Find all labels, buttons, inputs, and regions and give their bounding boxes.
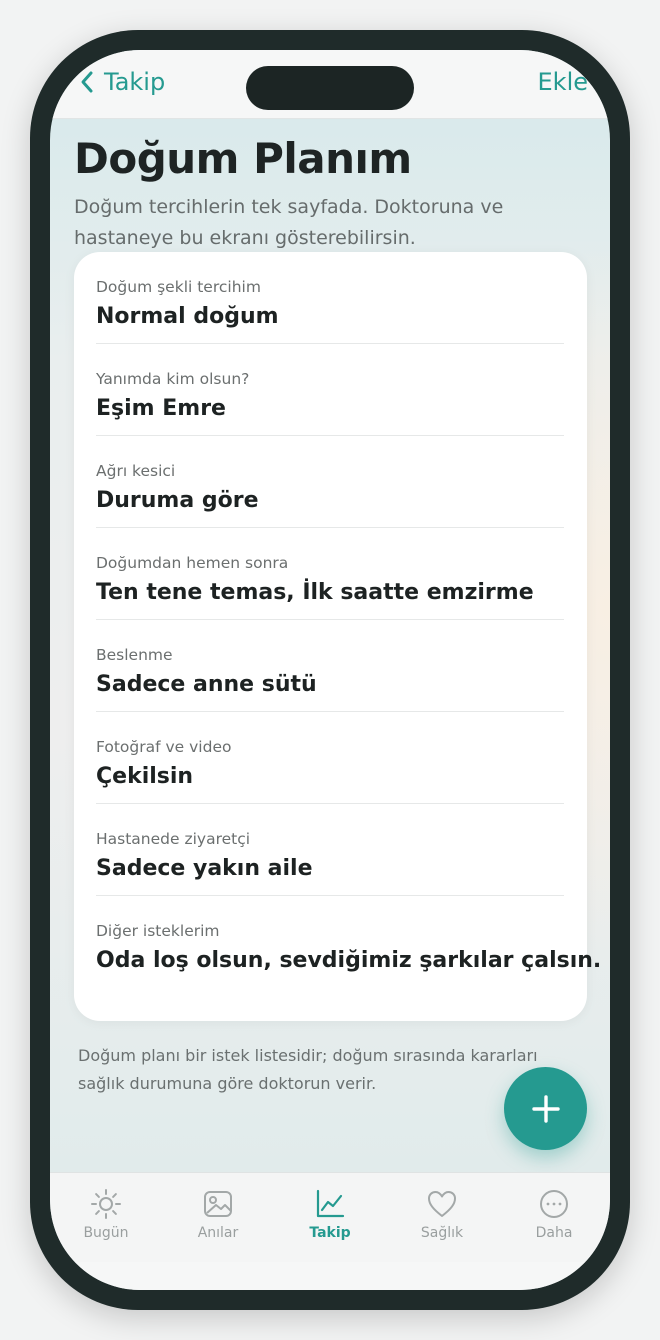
plan-item-value: Duruma göre <box>96 488 259 513</box>
chart-line-icon <box>316 1189 345 1218</box>
home-indicator-area <box>50 1262 610 1290</box>
plan-item-label: Beslenme <box>96 646 173 664</box>
more-icon <box>540 1190 568 1218</box>
plan-item-value: Sadece anne sütü <box>96 672 317 697</box>
tab-saglik[interactable]: Sağlık <box>392 1187 492 1241</box>
tab-label: Takip <box>309 1225 351 1241</box>
heart-icon <box>428 1191 456 1217</box>
tab-bugun[interactable]: Bugün <box>56 1187 156 1241</box>
tab-label: Bugün <box>83 1225 129 1241</box>
add-button[interactable]: Ekle <box>538 68 589 96</box>
phone-frame: Takip Ekle Doğum Planım Doğum tercihleri… <box>30 30 630 1310</box>
chevron-left-icon <box>81 71 93 93</box>
tab-takip[interactable]: Takip <box>280 1187 380 1241</box>
plan-item-value: Çekilsin <box>96 764 194 789</box>
back-button-label: Takip <box>104 68 166 96</box>
plan-item-label: Fotoğraf ve video <box>96 738 232 756</box>
plan-item[interactable]: Beslenme Sadece anne sütü <box>96 620 564 712</box>
plan-item[interactable]: Ağrı kesici Duruma göre <box>96 436 564 528</box>
birth-plan-card: Doğum şekli tercihim Normal doğum Yanımd… <box>74 252 601 1021</box>
dynamic-island <box>246 66 414 110</box>
tab-daha[interactable]: Daha <box>504 1187 604 1241</box>
back-button[interactable]: Takip <box>80 68 165 96</box>
plan-item-value: Sadece yakın aile <box>96 856 313 881</box>
page-subtitle: Doğum tercihlerin tek sayfada. Doktoruna… <box>74 196 504 249</box>
plan-item-label: Doğum şekli tercihim <box>96 278 261 296</box>
plan-item[interactable]: Fotoğraf ve video Çekilsin <box>96 712 564 804</box>
image-icon <box>204 1191 232 1217</box>
plan-item[interactable]: Diğer isteklerim Oda loş olsun, sevdiğim… <box>96 896 601 988</box>
sun-icon <box>91 1189 121 1219</box>
tab-bar: Bugün Anılar Takip Sağlık Daha <box>50 1172 610 1263</box>
plan-item-value: Oda loş olsun, sevdiğimiz şarkılar çalsı… <box>96 948 602 973</box>
plan-item[interactable]: Doğumdan hemen sonra Ten tene temas, İlk… <box>96 528 564 620</box>
tab-anilar[interactable]: Anılar <box>168 1187 268 1241</box>
page-title: Doğum Planım <box>74 134 412 183</box>
plan-item[interactable]: Yanımda kim olsun? Eşim Emre <box>96 344 564 436</box>
tab-label: Daha <box>535 1225 573 1241</box>
plan-item-label: Ağrı kesici <box>96 462 176 480</box>
plan-item-value: Eşim Emre <box>96 396 226 421</box>
tab-label: Sağlık <box>420 1225 464 1241</box>
plan-item-value: Normal doğum <box>96 304 279 329</box>
navigation-bar: Takip Ekle <box>50 50 610 119</box>
plan-item-label: Hastanede ziyaretçi <box>96 830 251 848</box>
plan-item-label: Yanımda kim olsun? <box>96 370 250 388</box>
disclaimer-note: Doğum planı bir istek listesidir; doğum … <box>78 1046 538 1093</box>
tab-label: Anılar <box>197 1225 239 1241</box>
plan-item[interactable]: Doğum şekli tercihim Normal doğum <box>96 252 564 344</box>
add-fab-button[interactable] <box>504 1067 587 1150</box>
plan-item[interactable]: Hastanede ziyaretçi Sadece yakın aile <box>96 804 564 896</box>
plan-item-label: Doğumdan hemen sonra <box>96 554 289 572</box>
plus-icon <box>531 1094 560 1123</box>
plan-item-value: Ten tene temas, İlk saatte emzirme <box>96 580 534 605</box>
app-screen: Takip Ekle Doğum Planım Doğum tercihleri… <box>50 50 610 1290</box>
plan-item-label: Diğer isteklerim <box>96 922 220 940</box>
